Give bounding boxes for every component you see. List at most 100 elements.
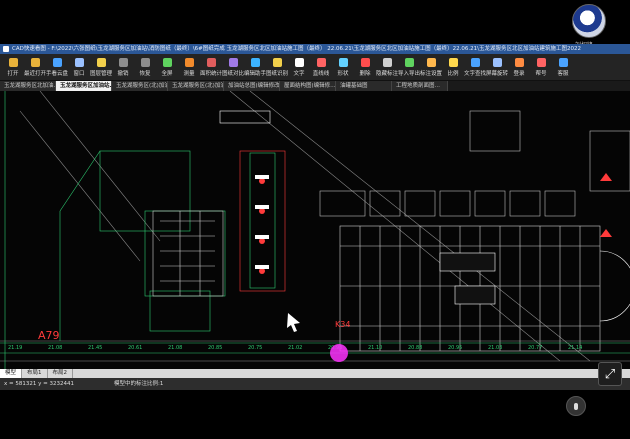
parking-island [439,252,496,272]
svg-text:21.02: 21.02 [288,345,302,351]
toolbar-icon [514,57,524,67]
toolbar-button-4[interactable]: 图层管理 [90,54,112,80]
toolbar-label: 形状 [337,70,349,77]
svg-text:21.08: 21.08 [48,345,62,351]
toolbar-label: 屏幕旋转 [486,70,509,77]
toolbar-button-13[interactable]: 文字 [288,54,310,80]
toolbar-icon [250,57,260,67]
toolbar-icon [206,57,216,67]
drawing-tab[interactable]: 加油站总图(编辑修改… [224,81,280,91]
toolbar-button-10[interactable]: 图纸对比 [222,54,244,80]
toolbar-button-5[interactable]: 撤销 [112,54,134,80]
fuel-islands [239,150,286,292]
toolbar-label: 图层管理 [90,70,113,77]
toolbar-label: 手看云盘 [46,70,69,77]
toolbar-label: 导入导出 [398,70,421,77]
svg-text:21.19: 21.19 [8,345,22,351]
toolbar-button-18[interactable]: 导入导出 [398,54,420,80]
toolbar-button-0[interactable]: 打开 [2,54,24,80]
toolbar-icon [184,57,194,67]
toolbar-button-24[interactable]: 帮号 [530,54,552,80]
toolbar-icon [404,57,414,67]
toolbar-label: 窗口 [73,70,85,77]
svg-text:20.88: 20.88 [408,345,422,351]
toolbar-label: 面积统计 [200,70,223,77]
toolbar-icon [8,57,18,67]
layout-tab[interactable]: 布局1 [22,369,48,378]
svg-text:20.61: 20.61 [128,345,142,351]
app-logo-icon [3,46,9,52]
drawing-tab[interactable]: 工程地质剖面图… [392,81,448,91]
toolbar-button-22[interactable]: 屏幕旋转 [486,54,508,80]
window-title: CAD快速看图 - F:\2022\六张图纸\玉龙湖服务区加油站\消防图纸（最终… [12,46,581,52]
toolbar-button-9[interactable]: 面积统计 [200,54,222,80]
dimension-labels: 21.19 21.08 21.45 20.61 21.08 20.85 20.75 21.… [8,345,582,351]
drawing-tab[interactable]: 玉龙湖服务区(北)加油… [168,81,224,91]
toolbar-button-2[interactable]: 手看云盘 [46,54,68,80]
user-avatar[interactable] [572,4,606,38]
toolbar-label: 文字查找 [464,70,487,77]
toolbar-icon [30,57,40,67]
toolbar-button-16[interactable]: 删除 [354,54,376,80]
layout-tab[interactable]: 模型 [0,369,23,378]
expand-icon[interactable]: ⤢ [598,362,622,386]
toolbar-icon [316,57,326,67]
toolbar-button-11[interactable]: 编辑助手 [244,54,266,80]
toolbar-icon [140,57,150,67]
svg-text:20.75: 20.75 [248,345,262,351]
toolbar-label: 全屏 [161,70,173,77]
toolbar-button-25[interactable]: 客服 [552,54,574,80]
svg-text:21.10: 21.10 [368,345,382,351]
toolbar-button-1[interactable]: 最近打开 [24,54,46,80]
drawing-tab[interactable]: 玉龙湖服务区北加油… [0,81,56,91]
toolbar-button-23[interactable]: 登录 [508,54,530,80]
drawing-tab[interactable]: 玉龙湖服务区(北)加油站(北)… [112,81,168,91]
toolbar-icon [338,57,348,67]
toolbar-button-3[interactable]: 窗口 [68,54,90,80]
status-message: 模型中的标注比例:1 [113,381,164,387]
toolbar-button-6[interactable]: 恢复 [134,54,156,80]
top-label-box [219,110,271,124]
toolbar-button-19[interactable]: 标注设置 [420,54,442,80]
station-mark-a79: A79 [38,329,60,342]
toolbar-icon [294,57,304,67]
toolbar-label: 恢复 [139,70,151,77]
toolbar-label: 登录 [513,70,525,77]
cad-viewer-window: CAD快速看图 - F:\2022\六张图纸\玉龙湖服务区加油站\消防图纸（最终… [0,44,630,390]
toolbar-button-7[interactable]: 全屏 [156,54,178,80]
toolbar-icon [470,57,480,67]
toolbar-button-12[interactable]: 图纸识别 [266,54,288,80]
toolbar-label: 图纸识别 [266,70,289,77]
toolbar-label: 隐藏标注 [376,70,399,77]
toolbar-label: 文字 [293,70,305,77]
toolbar-label: 撤销 [117,70,129,77]
toolbar-button-8[interactable]: 测量 [178,54,200,80]
toolbar-icon [96,57,106,67]
svg-text:21.08: 21.08 [168,345,182,351]
canopy-blocks [319,110,630,217]
microphone-icon[interactable] [566,396,586,416]
drawing-canvas[interactable]: 21.19 21.08 21.45 20.61 21.08 20.85 20.75 21.… [0,91,630,369]
toolbar-button-17[interactable]: 隐藏标注 [376,54,398,80]
svg-text:20.95: 20.95 [448,345,462,351]
toolbar-label: 客服 [557,70,569,77]
toolbar-button-15[interactable]: 形状 [332,54,354,80]
toolbar-label: 编辑助手 [244,70,267,77]
toolbar-icon [448,57,458,67]
main-toolbar: 打开 最近打开 手看云盘 窗口 图层管理 撤销 恢复 全屏 测量 面积统计 图纸对比 编辑助手 图纸识别… [0,54,630,81]
station-building [152,210,224,297]
toolbar-label: 测量 [183,70,195,77]
toolbar-icon [536,57,546,67]
layout-tab[interactable]: 布局2 [48,369,74,378]
toolbar-icon [558,57,568,67]
drawing-tab[interactable]: 油罐基础图 [336,81,392,91]
svg-text:20.77: 20.77 [528,345,542,351]
toolbar-button-20[interactable]: 比例 [442,54,464,80]
toolbar-icon [382,57,392,67]
toolbar-icon [492,57,502,67]
toolbar-button-21[interactable]: 文字查找 [464,54,486,80]
toolbar-button-14[interactable]: 直线线 [310,54,332,80]
drawing-tab[interactable]: 屋面结构图(编辑修… [280,81,336,91]
drawing-tab[interactable]: 玉龙湖服务区加油站… [56,81,112,91]
status-bar: x = 581321 y = 3232441 模型中的标注比例:1 [0,378,630,390]
